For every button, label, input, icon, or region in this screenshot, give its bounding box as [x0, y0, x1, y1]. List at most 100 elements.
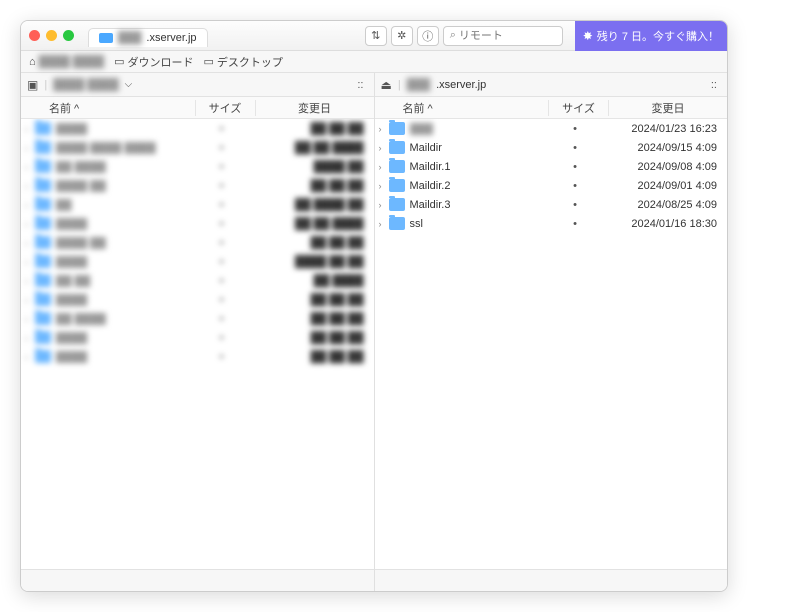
file-row[interactable]: ›Maildir•2024/09/15 4:09: [375, 138, 728, 157]
disclosure-icon[interactable]: ›: [379, 143, 389, 153]
file-date: ██ ██ ██: [252, 313, 370, 325]
remote-footer: [375, 569, 728, 591]
col-date[interactable]: 変更日: [609, 100, 727, 116]
folder-icon: [389, 198, 405, 211]
file-row[interactable]: ›████•████ ██ ██: [21, 252, 374, 271]
tab-label: .xserver.jp: [146, 32, 196, 44]
file-name: ████ ████ ████: [56, 142, 192, 154]
file-date: 2024/08/25 4:09: [605, 199, 723, 211]
file-row[interactable]: ›██•██ ████ ██: [21, 195, 374, 214]
file-name: ████: [56, 294, 192, 306]
col-size[interactable]: サイズ: [196, 100, 256, 116]
file-row[interactable]: ›██ ██•██ ████: [21, 271, 374, 290]
disclosure-icon[interactable]: ›: [25, 200, 35, 210]
file-row[interactable]: ›████•██ ██ ██: [21, 290, 374, 309]
file-name: ███: [410, 123, 546, 135]
folder-icon: ▭: [203, 55, 213, 68]
folder-icon: [35, 274, 51, 287]
search-input[interactable]: [459, 30, 549, 42]
volume-dropdown[interactable]: ⌵: [125, 79, 133, 90]
file-row[interactable]: › ████•██ ██ ██: [21, 119, 374, 138]
view-toggle[interactable]: ::: [707, 79, 721, 91]
file-row[interactable]: ›████•██ ██ ██: [21, 347, 374, 366]
local-footer: [21, 569, 374, 591]
file-date: ██ ██ ██: [252, 123, 370, 135]
disclosure-icon[interactable]: ›: [25, 257, 35, 267]
file-name: ██ ████: [56, 313, 192, 325]
local-columns: 名前 ^ サイズ 変更日: [21, 97, 374, 119]
close-button[interactable]: [29, 30, 40, 41]
col-name[interactable]: 名前 ^: [375, 100, 550, 116]
divider: |: [398, 79, 401, 91]
file-row[interactable]: ›████ ████ ████•██ ██ ████: [21, 138, 374, 157]
file-name: ████: [56, 123, 192, 135]
file-size: •: [192, 123, 252, 135]
disclosure-icon[interactable]: ›: [379, 181, 389, 191]
file-row[interactable]: ›Maildir.1•2024/09/08 4:09: [375, 157, 728, 176]
minimize-button[interactable]: [46, 30, 57, 41]
folder-icon: [35, 198, 51, 211]
crumb-desktop[interactable]: ▭デスクトップ: [203, 54, 282, 70]
file-row[interactable]: ›██ ████•████ ██: [21, 157, 374, 176]
file-row[interactable]: ›Maildir.3•2024/08/25 4:09: [375, 195, 728, 214]
file-size: •: [192, 161, 252, 173]
local-file-list: ›████•██ ██ ██›████ ████ ████•██ ██ ████…: [21, 119, 374, 569]
remote-columns: 名前 ^ サイズ 変更日: [375, 97, 728, 119]
disclosure-icon[interactable]: ›: [25, 143, 35, 153]
file-name: ████: [56, 218, 192, 230]
tab-host-prefix: ███: [118, 32, 141, 44]
file-date: 2024/01/16 18:30: [605, 218, 723, 230]
file-date: ████ ██: [252, 161, 370, 173]
crumb-downloads[interactable]: ▭ダウンロード: [114, 54, 193, 70]
disclosure-icon[interactable]: ›: [25, 219, 35, 229]
file-date: ██ ██ ██: [252, 294, 370, 306]
search-field[interactable]: ⌕: [443, 26, 563, 46]
disclosure-icon[interactable]: ›: [379, 124, 389, 134]
crumb-home[interactable]: ⌂████ ████: [29, 56, 104, 68]
remote-host-prefix: ███: [407, 79, 430, 91]
local-header: ▣ | ████ ████ ⌵ ::: [21, 73, 374, 97]
file-row[interactable]: ›████ ██•██ ██ ██: [21, 176, 374, 195]
disclosure-icon[interactable]: ›: [25, 314, 35, 324]
file-row[interactable]: ›████•██ ██ ████: [21, 214, 374, 233]
disclosure-icon[interactable]: ›: [379, 219, 389, 229]
folder-icon: [35, 217, 51, 230]
connection-tab[interactable]: ███ .xserver.jp: [88, 28, 208, 47]
file-name: ████: [56, 256, 192, 268]
disclosure-icon[interactable]: ›: [379, 162, 389, 172]
folder-icon: [35, 160, 51, 173]
view-toggle[interactable]: ::: [353, 79, 367, 91]
file-row[interactable]: ›███•2024/01/23 16:23: [375, 119, 728, 138]
disclosure-icon[interactable]: ›: [25, 238, 35, 248]
disclosure-icon[interactable]: ›: [25, 295, 35, 305]
file-size: •: [545, 142, 605, 154]
info-button[interactable]: ⓘ: [417, 26, 439, 46]
file-row[interactable]: ›Maildir.2•2024/09/01 4:09: [375, 176, 728, 195]
folder-icon: ▭: [114, 55, 124, 68]
zoom-button[interactable]: [63, 30, 74, 41]
eject-icon[interactable]: ⏏: [381, 78, 392, 92]
col-date[interactable]: 変更日: [256, 100, 374, 116]
transfer-button[interactable]: ⇅: [365, 26, 387, 46]
sync-button[interactable]: ✲: [391, 26, 413, 46]
disclosure-icon[interactable]: ›: [25, 162, 35, 172]
file-row[interactable]: ›ssl•2024/01/16 18:30: [375, 214, 728, 233]
disclosure-icon[interactable]: ›: [25, 333, 35, 343]
folder-icon: [35, 122, 51, 135]
disclosure-icon[interactable]: ›: [379, 200, 389, 210]
disclosure-icon[interactable]: ›: [25, 181, 35, 191]
folder-icon: [35, 312, 51, 325]
file-name: ██ ██: [56, 275, 192, 287]
file-date: ██ ████ ██: [252, 199, 370, 211]
col-size[interactable]: サイズ: [549, 100, 609, 116]
file-date: ██ ██ ████: [252, 218, 370, 230]
disclosure-icon[interactable]: ›: [25, 124, 35, 134]
disclosure-icon[interactable]: ›: [25, 276, 35, 286]
search-icon: ⌕: [450, 29, 456, 42]
file-row[interactable]: ›████•██ ██ ██: [21, 328, 374, 347]
file-row[interactable]: ›██ ████•██ ██ ██: [21, 309, 374, 328]
file-row[interactable]: ›████ ██•██ ██ ██: [21, 233, 374, 252]
col-name[interactable]: 名前 ^: [21, 100, 196, 116]
disclosure-icon[interactable]: ›: [25, 352, 35, 362]
trial-banner[interactable]: ✸ 残り 7 日。今すぐ購入！: [575, 21, 727, 51]
